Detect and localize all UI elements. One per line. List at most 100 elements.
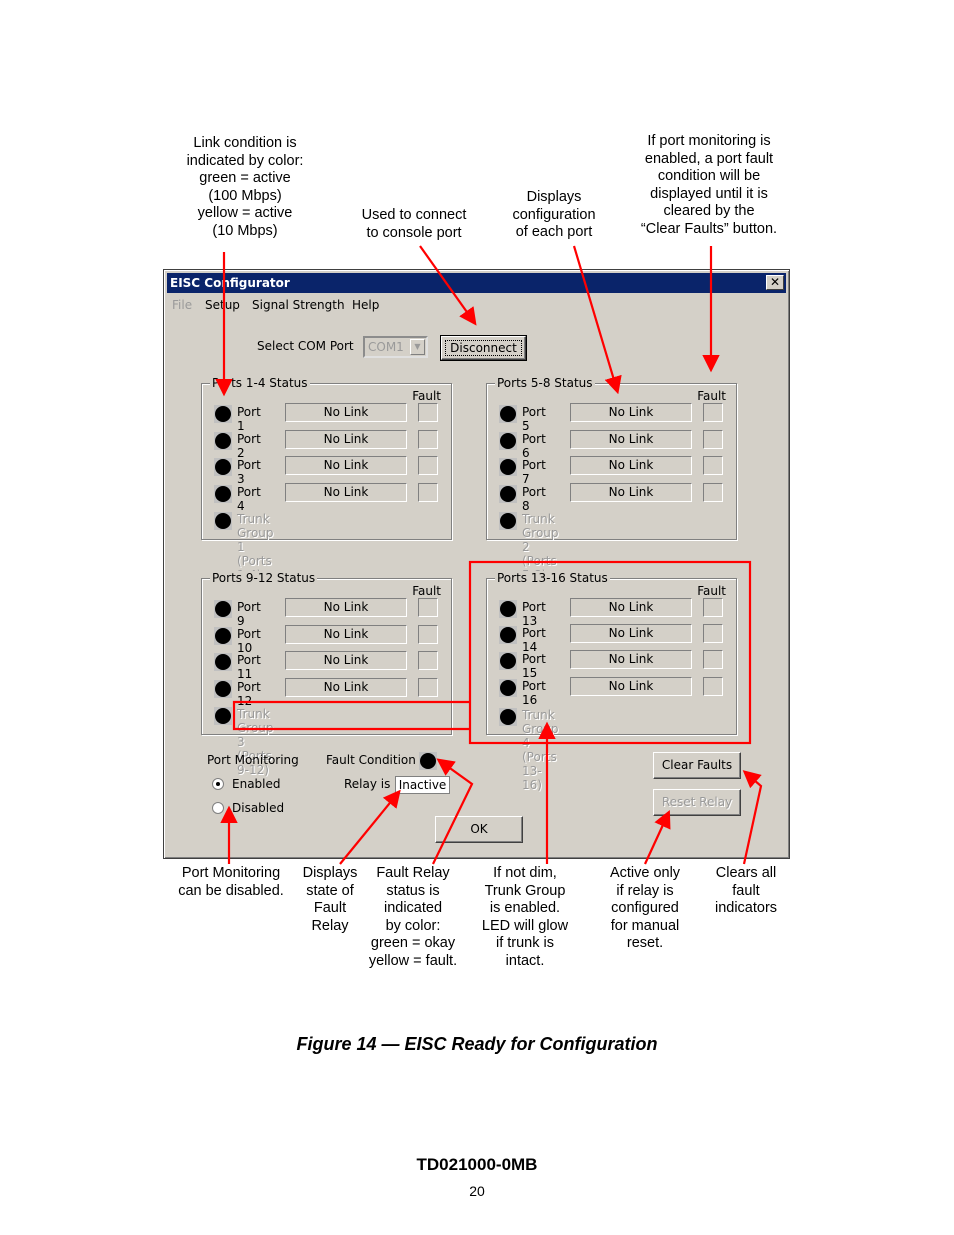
link-led-icon bbox=[215, 486, 231, 502]
link-status: No Link bbox=[570, 483, 692, 502]
port-label: Port 15 bbox=[522, 652, 546, 680]
radio-disabled[interactable] bbox=[212, 802, 224, 814]
link-led-icon bbox=[500, 680, 516, 696]
callout-trunk-group: If not dim, Trunk Group is enabled. LED … bbox=[481, 865, 569, 969]
link-status: No Link bbox=[570, 677, 692, 696]
reset-relay-button[interactable]: Reset Relay bbox=[653, 789, 741, 816]
fault-indicator bbox=[703, 483, 723, 502]
fault-indicator bbox=[703, 598, 723, 617]
trunk-led-icon bbox=[215, 708, 231, 724]
trunk-led-icon bbox=[500, 709, 516, 725]
fault-condition-led-icon bbox=[420, 753, 436, 769]
link-status: No Link bbox=[285, 598, 407, 617]
relay-is-label: Relay is bbox=[344, 777, 391, 791]
port-label: Port 5 bbox=[522, 405, 546, 433]
link-status: No Link bbox=[285, 483, 407, 502]
callout-fault-relay-color: Fault Relay status is indicated by color… bbox=[368, 865, 458, 969]
radio-enabled-label[interactable]: Enabled bbox=[232, 777, 281, 791]
link-led-icon bbox=[500, 433, 516, 449]
port-label: Port 1 bbox=[237, 405, 261, 433]
port-label: Port 3 bbox=[237, 458, 261, 486]
title-bar: EISC Configurator ✕ bbox=[167, 273, 786, 293]
port-label: Port 12 bbox=[237, 680, 261, 708]
link-led-icon bbox=[215, 433, 231, 449]
group-ports-5-8: Ports 5-8 Status Fault Port 5 No Link Por… bbox=[486, 376, 737, 582]
port-label: Port 6 bbox=[522, 432, 546, 460]
link-led-icon bbox=[215, 654, 231, 670]
callout-reset-relay: Active only if relay is configured for m… bbox=[609, 865, 681, 952]
link-status: No Link bbox=[570, 403, 692, 422]
callout-displays-config: Displays configuration of each port bbox=[512, 189, 596, 241]
callout-port-monitoring: Port Monitoring can be disabled. bbox=[178, 865, 284, 899]
fault-indicator bbox=[418, 483, 438, 502]
com-port-select[interactable]: COM1 ▼ bbox=[363, 336, 428, 358]
window-title: EISC Configurator bbox=[170, 276, 290, 290]
fault-indicator bbox=[418, 403, 438, 422]
fault-indicator bbox=[418, 651, 438, 670]
link-status: No Link bbox=[285, 430, 407, 449]
fault-indicator bbox=[703, 677, 723, 696]
trunk-label: Trunk Group 4 (Ports 13-16) bbox=[522, 708, 559, 792]
fault-indicator bbox=[418, 625, 438, 644]
port-monitoring-label: Port Monitoring bbox=[207, 753, 299, 767]
fault-indicator bbox=[703, 430, 723, 449]
menu-setup[interactable]: Setup bbox=[205, 298, 240, 312]
group-ports-13-16: Ports 13-16 Status Fault Port 13 No Link … bbox=[486, 571, 737, 792]
port-label: Port 13 bbox=[522, 600, 546, 628]
fault-indicator bbox=[703, 403, 723, 422]
disconnect-button-label: Disconnect bbox=[445, 340, 522, 356]
port-label: Port 4 bbox=[237, 485, 261, 513]
link-status: No Link bbox=[285, 625, 407, 644]
clear-faults-button[interactable]: Clear Faults bbox=[653, 752, 741, 779]
port-label: Port 8 bbox=[522, 485, 546, 513]
link-led-icon bbox=[215, 459, 231, 475]
menu-signal-strength[interactable]: Signal Strength bbox=[252, 298, 345, 312]
link-led-icon bbox=[500, 459, 516, 475]
link-led-icon bbox=[215, 681, 231, 697]
ok-button[interactable]: OK bbox=[435, 816, 523, 843]
link-led-icon bbox=[500, 486, 516, 502]
link-led-icon bbox=[500, 627, 516, 643]
link-led-icon bbox=[215, 628, 231, 644]
fault-indicator bbox=[418, 456, 438, 475]
link-led-icon bbox=[500, 406, 516, 422]
menu-help[interactable]: Help bbox=[352, 298, 379, 312]
disconnect-button[interactable]: Disconnect bbox=[440, 335, 527, 361]
eisc-configurator-window: EISC Configurator ✕ File Setup Signal St… bbox=[163, 269, 790, 859]
port-label: Port 16 bbox=[522, 679, 546, 707]
fault-header: Fault bbox=[697, 389, 726, 403]
fault-header: Fault bbox=[412, 584, 441, 598]
fault-header: Fault bbox=[412, 389, 441, 403]
com-port-label: Select COM Port bbox=[257, 339, 354, 353]
port-label: Port 7 bbox=[522, 458, 546, 486]
link-status: No Link bbox=[285, 651, 407, 670]
port-label: Port 14 bbox=[522, 626, 546, 654]
fault-indicator bbox=[703, 456, 723, 475]
callout-console-port: Used to connect to console port bbox=[361, 207, 467, 241]
fault-indicator bbox=[418, 678, 438, 697]
group-title: Ports 1-4 Status bbox=[210, 376, 310, 390]
relay-status: Inactive bbox=[395, 776, 450, 794]
link-led-icon bbox=[500, 653, 516, 669]
close-icon[interactable]: ✕ bbox=[766, 275, 784, 290]
port-label: Port 11 bbox=[237, 653, 261, 681]
link-status: No Link bbox=[285, 403, 407, 422]
radio-disabled-label[interactable]: Disabled bbox=[232, 801, 284, 815]
link-status: No Link bbox=[570, 456, 692, 475]
chevron-down-icon[interactable]: ▼ bbox=[410, 339, 425, 355]
fault-indicator bbox=[418, 598, 438, 617]
link-led-icon bbox=[215, 406, 231, 422]
trunk-led-icon bbox=[215, 513, 231, 529]
menu-file[interactable]: File bbox=[172, 298, 192, 312]
link-status: No Link bbox=[285, 456, 407, 475]
com-port-value: COM1 bbox=[368, 340, 404, 354]
link-status: No Link bbox=[570, 624, 692, 643]
fault-condition-label: Fault Condition bbox=[326, 753, 416, 767]
page-number: 20 bbox=[469, 1183, 485, 1199]
callout-link-condition: Link condition is indicated by color: gr… bbox=[186, 135, 304, 239]
link-led-icon bbox=[500, 601, 516, 617]
callout-clear-faults: Clears all fault indicators bbox=[714, 865, 778, 917]
fault-indicator bbox=[703, 650, 723, 669]
figure-caption: Figure 14 — EISC Ready for Configuration bbox=[296, 1034, 658, 1054]
radio-enabled[interactable] bbox=[212, 778, 224, 790]
